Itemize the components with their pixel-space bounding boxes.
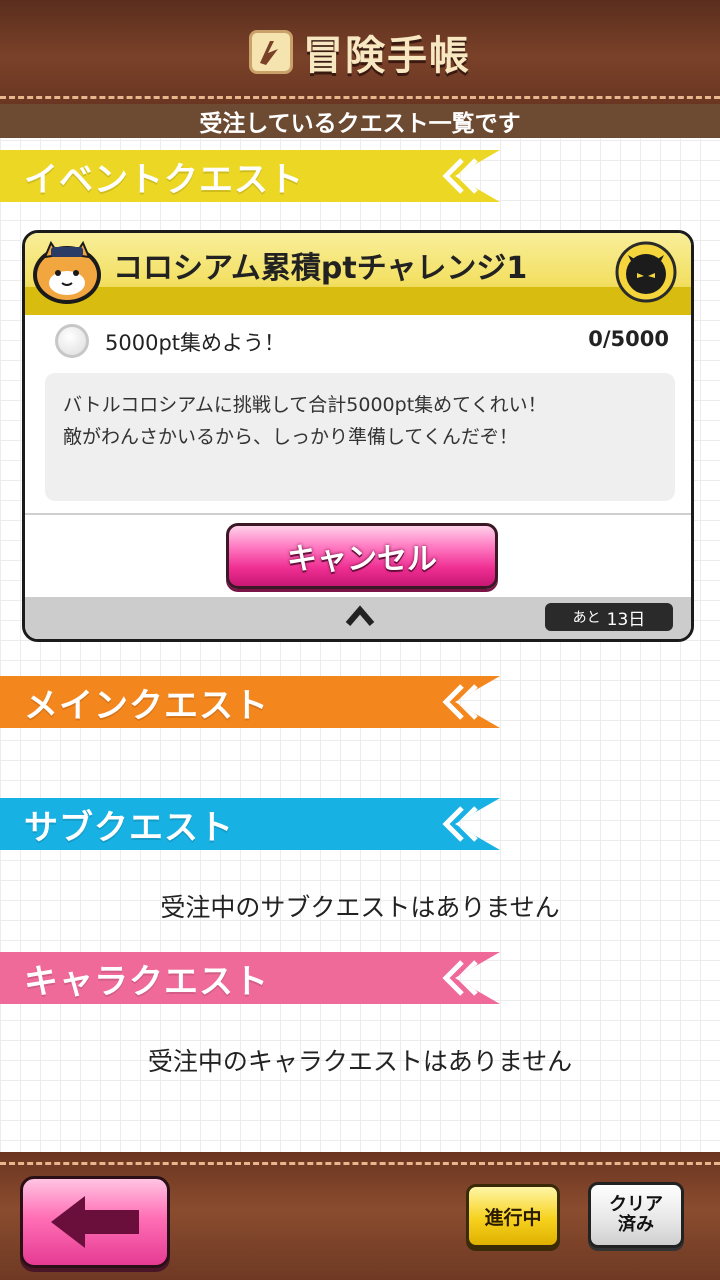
section-banner-chara: キャラクエスト	[0, 952, 500, 1004]
header-title-group: 冒険手帳	[0, 22, 720, 82]
sub-quest-empty-message: 受注中のサブクエストはありません	[160, 893, 560, 922]
chara-quest-empty-message: 受注中のキャラクエストはありません	[147, 1047, 573, 1076]
double-chevron-left-icon	[442, 684, 478, 720]
section-banner-event: イベントクエスト	[0, 150, 500, 202]
header-stitch-divider	[0, 96, 720, 99]
card-divider	[25, 513, 691, 515]
quest-description-line: 敵がわんさかいるから、しっかり準備してくんだぞ！	[63, 426, 518, 448]
section-banner-main: メインクエスト	[0, 676, 500, 728]
days-remaining-value: 13日	[606, 609, 646, 630]
quest-header-band	[25, 287, 691, 315]
days-remaining-badge: あと 13日	[545, 603, 673, 631]
page-subtitle: 受注しているクエスト一覧です	[0, 104, 720, 138]
back-button[interactable]	[20, 1176, 170, 1268]
in-progress-label: 進行中	[484, 1206, 542, 1229]
left-arrow-icon	[51, 1196, 139, 1248]
double-chevron-left-icon	[442, 806, 478, 842]
quest-card-footer: あと 13日	[25, 597, 691, 639]
quest-title: コロシアム累積ptチャレンジ1	[113, 251, 528, 286]
goal-label: 5000pt集めよう！	[105, 331, 286, 355]
unchecked-circle-icon	[55, 324, 89, 358]
quest-description: バトルコロシアムに挑戦して合計5000pt集めてくれい！ 敵がわんさかいるから、…	[45, 373, 675, 501]
double-chevron-left-icon	[442, 960, 478, 996]
notebook-emblem-icon	[249, 30, 293, 74]
cleared-filter-button[interactable]: クリア 済み	[588, 1182, 684, 1248]
footer-stitch-divider	[0, 1162, 720, 1165]
quest-card-header: コロシアム累積ptチャレンジ1	[25, 233, 691, 315]
cancel-button-label: キャンセル	[287, 542, 437, 577]
cleared-label: クリア 済み	[609, 1194, 663, 1235]
section-label-main: メインクエスト	[24, 685, 269, 726]
footer-bar: 進行中 クリア 済み	[0, 1152, 720, 1280]
page-title: 冒険手帳	[303, 33, 471, 79]
section-label-chara: キャラクエスト	[24, 961, 269, 1002]
section-banner-sub: サブクエスト	[0, 798, 500, 850]
quest-goal-row: 5000pt集めよう！ 0/5000	[25, 315, 691, 365]
chevron-up-icon[interactable]	[345, 605, 375, 627]
quest-description-line: バトルコロシアムに挑戦して合計5000pt集めてくれい！	[63, 394, 547, 416]
days-remaining-prefix: あと	[572, 610, 601, 626]
section-label-event: イベントクエスト	[24, 159, 304, 200]
demon-boss-icon	[615, 241, 677, 303]
goal-progress: 0/5000	[588, 327, 669, 351]
section-label-sub: サブクエスト	[24, 807, 234, 848]
cancel-quest-button[interactable]: キャンセル	[226, 523, 498, 589]
event-quest-card[interactable]: コロシアム累積ptチャレンジ1 5000pt集めよう！ 0/5000 バトルコロ…	[22, 230, 694, 642]
cat-character-avatar-icon	[33, 240, 101, 304]
in-progress-filter-button[interactable]: 進行中	[466, 1184, 560, 1248]
double-chevron-left-icon	[442, 158, 478, 194]
header: 冒険手帳	[0, 0, 720, 104]
